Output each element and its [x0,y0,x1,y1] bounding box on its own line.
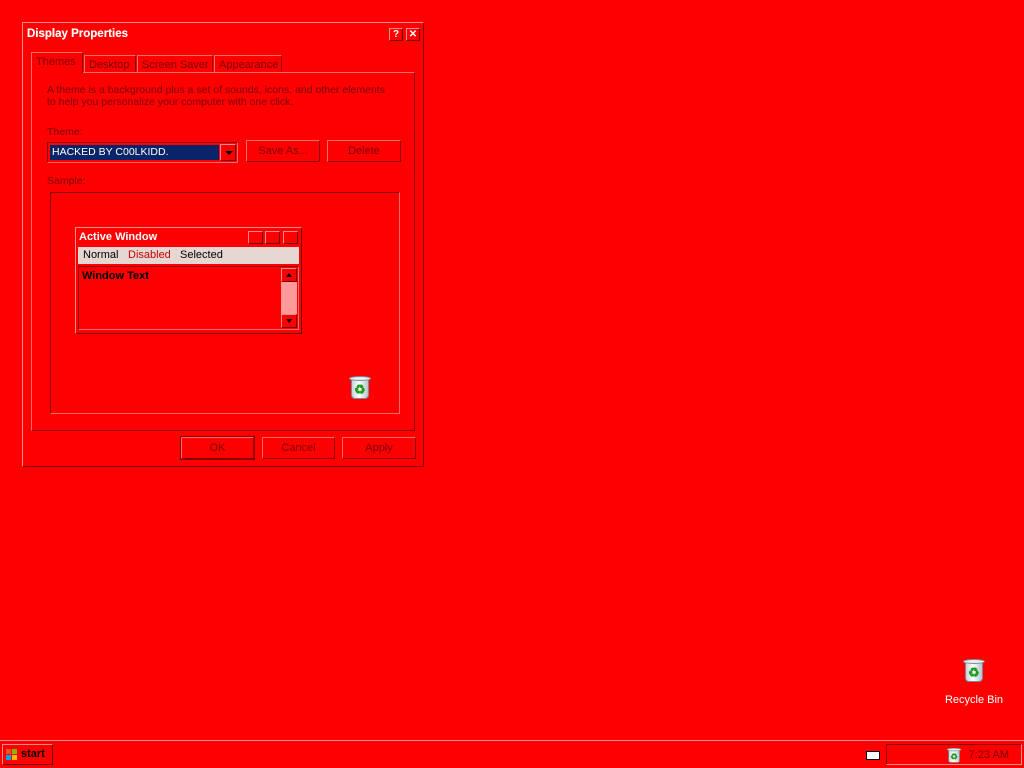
sample-menu-bar: Normal Disabled Selected [78,247,299,264]
close-button[interactable]: ✕ [406,28,420,41]
scroll-up-icon [281,268,297,282]
clock[interactable]: 7:23 AM [969,749,1009,761]
recycle-bin-icon: ♻ [346,373,374,401]
menu-selected: Selected [180,249,223,261]
apply-button[interactable]: Apply [342,437,416,459]
windows-logo-icon [6,749,18,761]
sample-window-text: Window Text [82,270,149,282]
system-tray: ♻ 7:23 AM [886,744,1022,765]
save-as-button[interactable]: Save As... [246,140,320,162]
recycle-bin-icon: ♻ [960,656,988,684]
sample-label: Sample: [47,175,86,187]
description-line-1: A theme is a background plus a set of so… [47,84,385,96]
menu-normal: Normal [83,249,119,261]
sample-active-window: Active Window Normal Disabled Selected W… [75,227,302,334]
theme-sample-preview: Active Window Normal Disabled Selected W… [50,192,400,414]
start-label: start [21,748,45,760]
tab-themes[interactable]: Themes [31,52,83,73]
sample-window-title: Active Window [79,231,158,243]
dialog-titlebar[interactable]: Display Properties ? ✕ [25,25,421,44]
help-button[interactable]: ? [389,28,403,41]
start-button[interactable]: start [2,744,53,765]
recycle-tray-icon[interactable]: ♻ [945,746,962,763]
taskbar: start ♻ 7:23 AM [0,740,1024,768]
dialog-title: Display Properties [27,28,128,40]
tab-desktop[interactable]: Desktop [84,55,136,72]
display-properties-dialog: Display Properties ? ✕ Themes Desktop Sc… [22,22,424,467]
theme-select-value: HACKED BY C00LKIDD. [50,145,219,160]
description-line-2: to help you personalize your computer wi… [47,96,294,108]
scroll-down-icon [281,314,297,328]
tab-appearance[interactable]: Appearance [214,55,282,72]
keyboard-icon[interactable] [866,751,880,760]
theme-select[interactable]: HACKED BY C00LKIDD. [47,142,238,163]
themes-panel: A theme is a background plus a set of so… [31,72,415,431]
delete-button[interactable]: Delete [327,140,401,162]
theme-label: Theme: [47,126,83,138]
themes-description: A theme is a background plus a set of so… [47,84,407,108]
sample-scrollbar [281,268,297,328]
tab-screen-saver[interactable]: Screen Saver [137,55,213,72]
cancel-button[interactable]: Cancel [262,437,335,459]
close-icon [283,231,298,244]
recycle-bin-label: Recycle Bin [944,694,1004,706]
menu-disabled: Disabled [128,249,171,261]
ok-button[interactable]: OK [180,436,255,460]
minimize-icon [248,231,263,244]
maximize-icon [265,231,280,244]
sample-window-client: Window Text [78,266,299,330]
chevron-down-icon[interactable] [220,144,236,161]
